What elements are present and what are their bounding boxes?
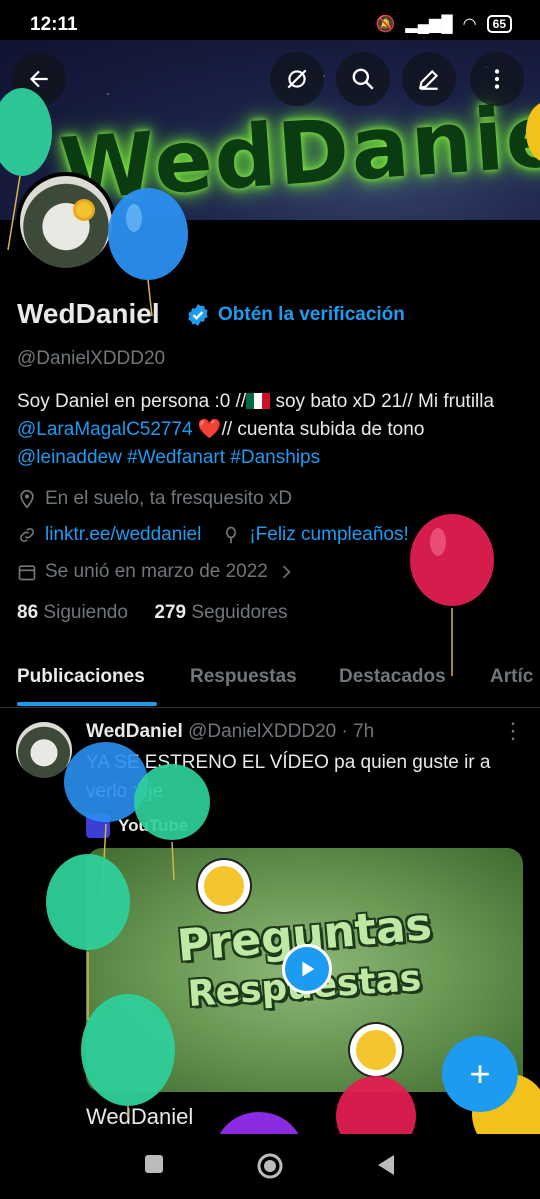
square-nav-icon[interactable] (144, 1154, 164, 1174)
location-text: En el suelo, ta fresquesito xD (45, 488, 293, 509)
status-icons: 🔕 ▂▄▆█ ◠ 65 (375, 14, 512, 34)
following-label: Siguiendo (43, 602, 128, 623)
followers-label: Seguidores (191, 602, 288, 623)
system-nav-bar (0, 1134, 540, 1199)
hashtag-link[interactable]: #Danships (230, 447, 320, 468)
sync-off-icon (287, 69, 307, 89)
joined-text: Se unió en marzo de 2022 (45, 561, 268, 582)
more-vertical-icon (494, 69, 500, 89)
active-tab-indicator (17, 702, 157, 706)
balloon-decoration (219, 1112, 299, 1134)
search-icon (352, 68, 374, 90)
follow-counts: 86 Siguiendo 279 Seguidores (17, 602, 287, 624)
following-link[interactable]: 86 Siguiendo (17, 602, 128, 623)
bio-text-3: // cuenta subida de tono (221, 419, 425, 440)
location-icon (20, 489, 34, 509)
signal-icon: ▂▄▆█ (405, 16, 453, 33)
joined-row[interactable]: Se unió en marzo de 2022 (17, 561, 296, 583)
balloon-decoration (134, 764, 210, 881)
more-options-button[interactable] (470, 52, 524, 106)
avatar-flower (76, 202, 92, 218)
sync-off-button[interactable] (270, 52, 324, 106)
tab-posts[interactable]: Publicaciones (17, 666, 145, 688)
mute-icon: 🔕 (375, 16, 396, 33)
bio-text-1: Soy Daniel en persona :0 // (17, 391, 247, 412)
compose-button[interactable]: + (442, 1036, 518, 1112)
mention-link[interactable]: @LaraMagalC52774 (17, 419, 193, 440)
battery-icon: 65 (486, 15, 512, 33)
website-link[interactable]: linktr.ee/weddaniel (45, 524, 201, 546)
chevron-right-icon (282, 565, 291, 579)
play-icon (302, 961, 315, 977)
profile-bio: Soy Daniel en persona :0 // soy bato xD … (17, 388, 522, 472)
post-author[interactable]: WedDaniel (86, 721, 183, 742)
balloon-icon (226, 526, 237, 544)
balloon-decoration (336, 1076, 416, 1134)
mention-link[interactable]: @leinaddew (17, 447, 122, 468)
plus-icon: + (469, 1053, 491, 1094)
balloon-decoration (526, 103, 540, 161)
post-more-button[interactable]: ⋮ (502, 718, 524, 744)
birthday-link[interactable]: ¡Feliz cumpleaños! (249, 524, 408, 546)
following-count: 86 (17, 602, 39, 623)
profile-handle: @DanielXDDD20 (17, 348, 166, 369)
play-button[interactable] (282, 944, 332, 994)
flower-decoration (356, 1030, 396, 1070)
calendar-icon (18, 565, 36, 581)
wifi-icon: ◠ (462, 16, 477, 33)
get-verified-link[interactable]: Obtén la verificación (218, 304, 405, 326)
status-bar: 12:11 🔕 ▂▄▆█ ◠ 65 (0, 0, 540, 44)
link-icon (20, 528, 34, 542)
bio-text-2: soy bato xD 21// Mi frutilla (270, 391, 495, 412)
status-time: 12:11 (30, 14, 78, 35)
balloon-decoration (81, 994, 175, 1118)
edit-button[interactable] (402, 52, 456, 106)
tab-replies[interactable]: Respuestas (190, 666, 297, 688)
balloon-decoration (108, 188, 188, 317)
heart-emoji: ❤️ (192, 419, 222, 440)
balloon-decoration (0, 88, 52, 251)
hashtag-link[interactable]: #Wedfanart (127, 447, 225, 468)
location-row: En el suelo, ta fresquesito xD (17, 488, 292, 510)
edit-icon (418, 69, 439, 90)
circle-nav-icon[interactable] (256, 1152, 284, 1180)
followers-count: 279 (154, 602, 187, 623)
triangle-nav-icon[interactable] (376, 1154, 396, 1176)
mexico-flag-icon (246, 393, 271, 409)
more-vertical-icon: ⋮ (502, 718, 524, 743)
post-handle: @DanielXDDD20 (188, 721, 337, 742)
post-time: · 7h (341, 721, 375, 742)
followers-link[interactable]: 279 Seguidores (154, 602, 287, 623)
website-row: linktr.ee/weddaniel ¡Feliz cumpleaños! (17, 524, 409, 546)
search-button[interactable] (336, 52, 390, 106)
balloon-decoration (410, 514, 494, 676)
